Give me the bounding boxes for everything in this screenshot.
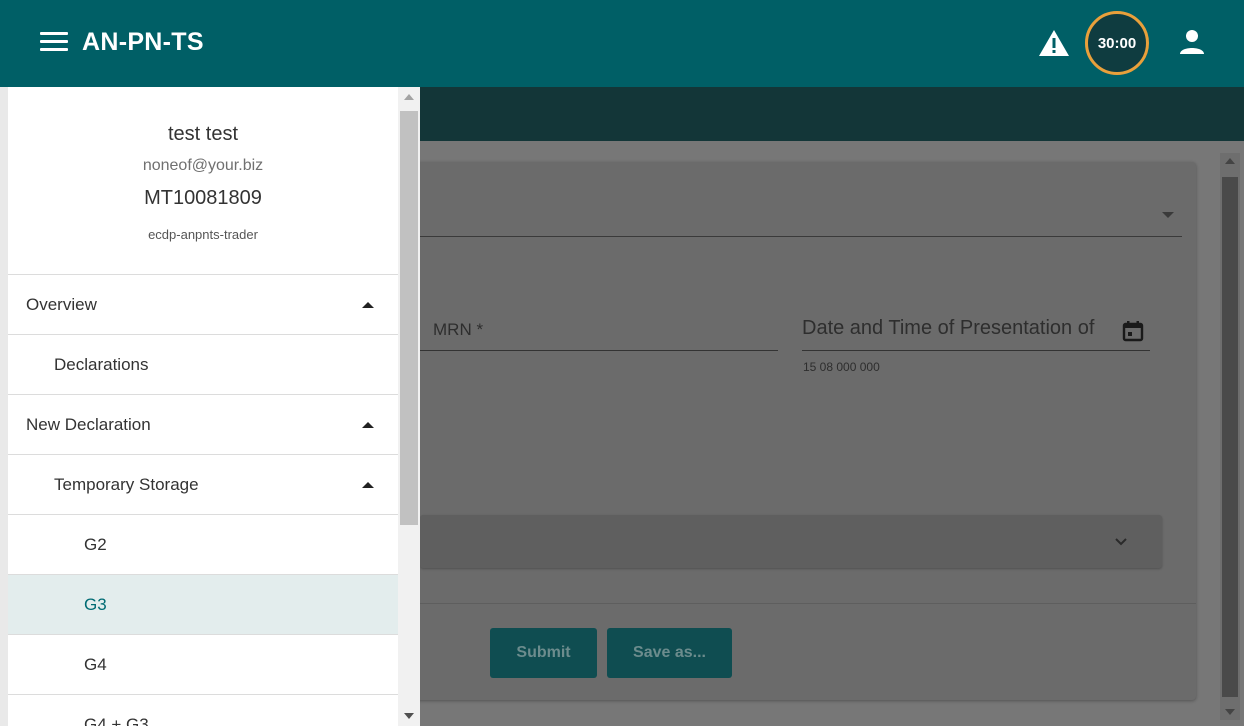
warning-icon[interactable] xyxy=(1038,28,1070,58)
nav-item-new-declaration[interactable]: New Declaration xyxy=(8,394,398,454)
secondary-bar xyxy=(420,87,1244,141)
nav-item-declarations[interactable]: Declarations xyxy=(8,334,398,394)
submit-button[interactable]: Submit xyxy=(490,628,597,678)
nav-item-g3[interactable]: G3 xyxy=(8,574,398,634)
mrn-input[interactable] xyxy=(420,350,778,351)
user-account-icon[interactable] xyxy=(1178,28,1206,56)
nav-item-label: G2 xyxy=(84,534,107,554)
caret-up-icon xyxy=(362,302,374,308)
nav-item-label: G4 + G3 xyxy=(84,714,149,726)
nav-item-label: Temporary Storage xyxy=(54,474,199,494)
caret-up-icon xyxy=(362,482,374,488)
navigation-drawer: test test noneof@your.biz MT10081809 ecd… xyxy=(8,87,420,726)
nav-menu: Overview Declarations New Declaration Te… xyxy=(8,274,398,726)
nav-item-label: G3 xyxy=(84,594,107,614)
chevron-down-icon[interactable] xyxy=(1114,535,1128,549)
nav-item-temporary-storage[interactable]: Temporary Storage xyxy=(8,454,398,514)
date-presentation-input[interactable] xyxy=(802,350,1150,351)
nav-item-label: Overview xyxy=(26,294,97,314)
scrollbar-thumb[interactable] xyxy=(400,111,418,525)
select-field[interactable] xyxy=(420,236,1182,237)
main-scrollbar[interactable] xyxy=(1220,153,1240,720)
form-card xyxy=(400,162,1196,700)
scroll-up-arrow-icon[interactable] xyxy=(1225,158,1235,164)
date-presentation-label: Date and Time of Presentation of xyxy=(802,317,1095,339)
divider xyxy=(420,603,1196,604)
calendar-icon[interactable] xyxy=(1122,320,1144,342)
nav-item-g4[interactable]: G4 xyxy=(8,634,398,694)
scrollbar-thumb[interactable] xyxy=(1222,177,1238,697)
chevron-down-icon[interactable] xyxy=(1162,212,1174,218)
user-eori: MT10081809 xyxy=(144,187,262,209)
scroll-down-arrow-icon[interactable] xyxy=(1225,709,1235,715)
user-email: noneof@your.biz xyxy=(142,157,264,174)
save-as-button[interactable]: Save as... xyxy=(607,628,732,678)
nav-item-label: Declarations xyxy=(54,354,149,374)
user-name: test test xyxy=(167,123,239,145)
nav-item-label: G4 xyxy=(84,654,107,674)
expansion-panel[interactable] xyxy=(420,515,1162,568)
nav-item-g2[interactable]: G2 xyxy=(8,514,398,574)
nav-item-g4-g3[interactable]: G4 + G3 xyxy=(8,694,398,726)
mrn-field-label: MRN * xyxy=(433,320,484,339)
hamburger-menu-icon[interactable] xyxy=(40,30,70,54)
session-timer[interactable]: 30:00 xyxy=(1085,11,1149,75)
nav-item-overview[interactable]: Overview xyxy=(8,274,398,334)
top-app-bar: AN-PN-TS 30:00 xyxy=(0,0,1244,87)
nav-item-label: New Declaration xyxy=(26,414,151,434)
caret-up-icon xyxy=(362,422,374,428)
app-title: AN-PN-TS xyxy=(82,28,204,56)
scroll-up-arrow-icon[interactable] xyxy=(404,94,414,100)
scroll-down-arrow-icon[interactable] xyxy=(404,713,414,719)
user-role: ecdp-anpnts-trader xyxy=(148,227,258,242)
drawer-scrollbar[interactable] xyxy=(398,87,420,726)
timer-value: 30:00 xyxy=(1097,34,1137,52)
date-hint: 15 08 000 000 xyxy=(803,360,880,374)
